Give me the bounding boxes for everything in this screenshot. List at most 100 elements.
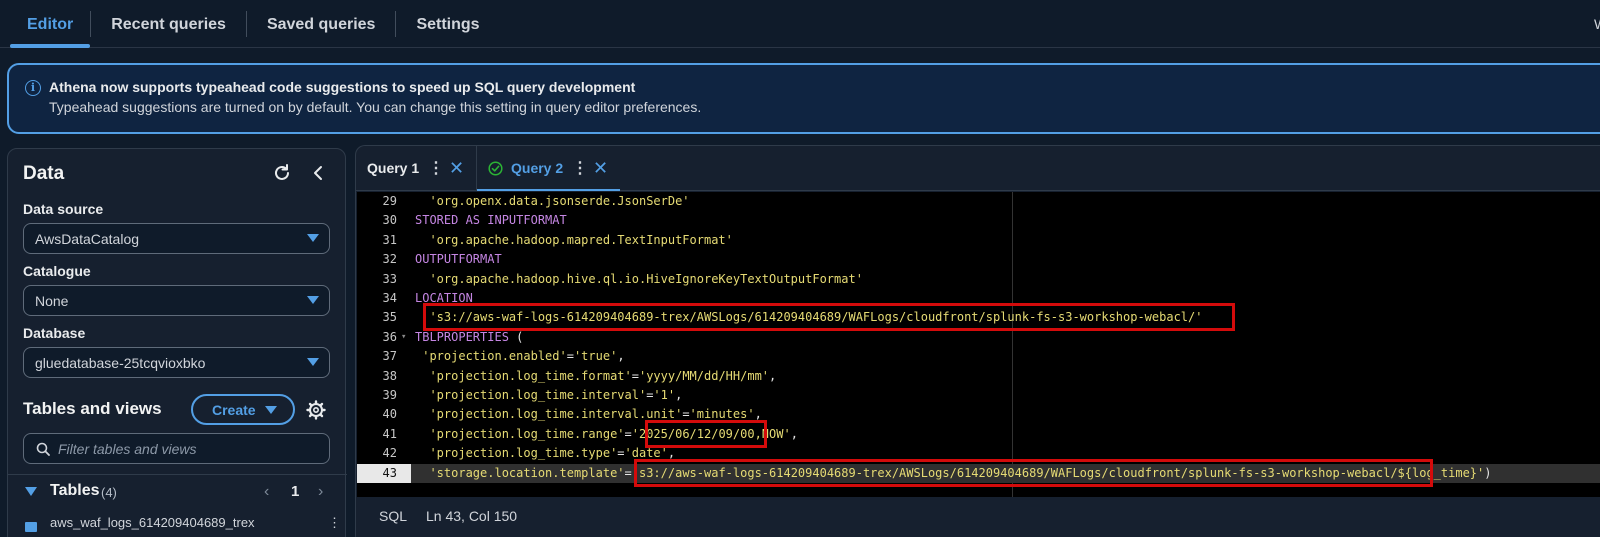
tables-and-views-title: Tables and views [23,399,162,418]
expand-tables-icon[interactable] [25,487,37,496]
code-editor[interactable]: 29 'org.openx.data.jsonserde.JsonSerDe' 3… [357,192,1600,497]
tab-editor[interactable]: Editor [10,0,91,48]
line-number: 35 [382,310,397,325]
more-options-icon[interactable]: ⋮ [428,158,444,178]
code-line[interactable]: 41 'projection.log_time.range'='2025/06/… [357,425,1600,444]
language-indicator: SQL [379,508,408,524]
code-text: 'storage.location.template'='s3://aws-wa… [415,464,1492,483]
line-number: 33 [382,271,397,286]
line-number: 40 [382,407,397,422]
info-icon: i [25,80,41,96]
create-button[interactable]: Create [191,394,295,425]
line-number: 32 [382,252,397,267]
success-check-icon [488,161,503,176]
tables-section-label[interactable]: Tables [50,482,100,500]
code-token: , [667,446,676,461]
code-token: = [624,465,632,480]
next-page-icon[interactable]: › [318,483,323,501]
code-token: 'projection.log_time.interval' [415,388,647,402]
code-line[interactable]: 37 'projection.enabled'='true', [357,347,1600,366]
gear-icon[interactable] [306,400,326,420]
code-token: ) [1484,465,1492,480]
line-number: 43 [382,465,397,480]
table-icon [25,522,37,532]
code-line[interactable]: 34 LOCATION [357,289,1600,308]
line-number: 31 [382,232,397,247]
collapse-panel-icon[interactable] [310,163,326,183]
code-token: 'yyyy/MM/dd/HH/mm' [638,368,770,383]
code-line[interactable]: 30 STORED AS INPUTFORMAT [357,211,1600,230]
code-text: 'projection.log_time.range'='2025/06/12/… [415,425,798,444]
code-line[interactable]: 36 ▾ TBLPROPERTIES ( [357,328,1600,347]
code-line[interactable]: 33 'org.apache.hadoop.hive.ql.io.HiveIgn… [357,270,1600,289]
data-panel: Data Data source AwsDataCatalog Catalogu… [7,148,347,537]
code-line[interactable]: 38 'projection.log_time.format'='yyyy/MM… [357,367,1600,386]
code-line[interactable]: 31 'org.apache.hadoop.mapred.TextInputFo… [357,231,1600,250]
panel-title: Data [23,163,65,184]
code-token: 'projection.log_time.format' [415,368,632,383]
code-token: ( [508,329,524,344]
more-options-icon[interactable]: ⋮ [572,158,588,178]
tab-recent-queries[interactable]: Recent queries [91,0,246,48]
query-tab-1[interactable]: Query 1 ⋮ ✕ [356,146,476,190]
catalogue-select[interactable]: None [23,285,330,316]
query-tab-2[interactable]: Query 2 ⋮ ✕ [477,146,620,191]
code-token: 's3://aws-waf-logs-614209404689-trex/AWS… [631,465,1485,480]
code-token: , [769,368,777,383]
fold-toggle-icon[interactable]: ▾ [401,328,406,347]
tables-count: (4) [101,485,117,500]
code-line[interactable]: 29 'org.openx.data.jsonserde.JsonSerDe' [357,192,1600,211]
code-token: 'org.apache.hadoop.mapred.TextInputForma… [415,232,733,247]
close-icon[interactable]: ✕ [449,158,464,179]
code-text: STORED AS INPUTFORMAT [415,211,567,230]
code-text: 'projection.log_time.format'='yyyy/MM/dd… [415,367,776,386]
code-text: LOCATION [415,289,473,308]
code-token: '2025/06/12/09/00,NOW' [631,426,791,441]
line-number: 37 [382,349,397,364]
line-number: 34 [382,291,397,305]
data-source-select[interactable]: AwsDataCatalog [23,223,330,254]
database-select[interactable]: gluedatabase-25tcqvioxbko [23,347,330,378]
previous-page-icon[interactable]: ‹ [264,483,269,501]
code-text: 'projection.log_time.interval'='1', [415,386,682,405]
code-token: 'org.apache.hadoop.hive.ql.io.HiveIgnore… [415,271,863,286]
code-text: 'projection.log_time.type'='date', [415,444,675,463]
database-value: gluedatabase-25tcqvioxbko [35,355,206,371]
code-text: 'org.apache.hadoop.mapred.TextInputForma… [415,231,733,250]
refresh-icon[interactable] [272,163,292,183]
code-line[interactable]: 39 'projection.log_time.interval'='1', [357,386,1600,405]
code-line[interactable]: 40 'projection.log_time.interval.unit'='… [357,405,1600,424]
filter-tables [23,433,330,464]
tab-settings[interactable]: Settings [396,0,499,48]
code-line[interactable]: 42 'projection.log_time.type'='date', [357,444,1600,463]
code-token: , [675,388,683,402]
code-line[interactable]: 35 's3://aws-waf-logs-614209404689-trex/… [357,308,1600,327]
line-number: 30 [382,213,397,228]
code-token: = [631,368,639,383]
tab-saved-queries[interactable]: Saved queries [247,0,396,48]
banner-description: Typeahead suggestions are turned on by d… [49,99,702,115]
code-text: TBLPROPERTIES ( [415,328,523,347]
code-token: OUTPUTFORMAT [415,252,502,267]
table-row[interactable]: aws_waf_logs_614209404689_trex ⋮ [23,513,343,533]
top-tab-bar: Editor Recent queries Saved queries Sett… [0,0,1600,48]
filter-tables-input[interactable] [58,435,323,462]
database-label: Database [23,325,86,341]
code-token: , [617,349,625,364]
top-right-cut-text: W [1594,16,1600,32]
code-line[interactable]: 32 OUTPUTFORMAT [357,250,1600,269]
data-source-label: Data source [23,201,104,217]
catalogue-value: None [35,293,69,309]
code-line[interactable]: 43 'storage.location.template'='s3://aws… [357,463,1600,483]
code-token: 'storage.location.template' [415,465,625,480]
code-token: = [624,426,632,441]
close-icon[interactable]: ✕ [593,158,608,179]
code-token: 'org.openx.data.jsonserde.JsonSerDe' [415,194,690,208]
table-menu-icon[interactable]: ⋮ [328,515,341,531]
line-number: 36 [382,329,397,344]
query-editor-pane: Query 1 ⋮ ✕ Query 2 ⋮ ✕ 29 'org.openx.da… [355,145,1600,537]
query-tab-bar: Query 1 ⋮ ✕ Query 2 ⋮ ✕ [356,146,1600,191]
current-page-number[interactable]: 1 [291,483,299,500]
code-token: 'projection.log_time.type' [415,446,618,461]
divider [8,474,347,475]
